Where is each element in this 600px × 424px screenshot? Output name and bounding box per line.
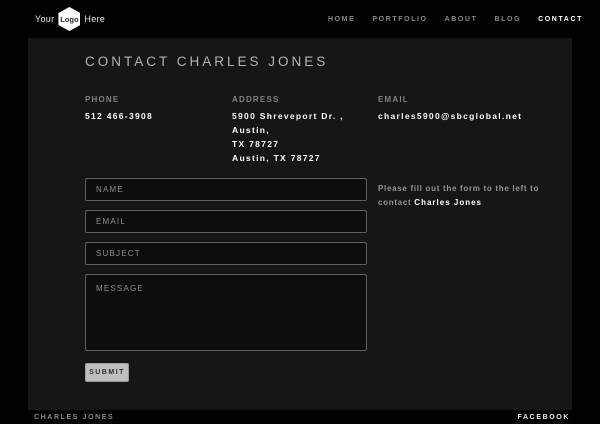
logo-text-suffix: Here [84,14,105,24]
page: Your Logo Here HOME PORTFOLIO ABOUT BLOG… [0,0,600,424]
site-logo[interactable]: Your Logo Here [35,7,105,31]
main-nav: HOME PORTFOLIO ABOUT BLOG CONTACT [328,16,583,23]
phone-info: PHONE 512 466-3908 [85,95,232,165]
form-instructions-line1: Please fill out the form to the left to [378,182,562,196]
address-info: ADDRESS 5900 Shreveport Dr. , Austin, TX… [232,95,378,165]
logo-hexagon-icon: Logo [58,7,80,31]
form-section: SUBMIT Please fill out the form to the l… [85,178,562,382]
address-line: TX 78727 [232,137,378,151]
email-input[interactable] [85,210,367,233]
contact-info-row: PHONE 512 466-3908 ADDRESS 5900 Shrevepo… [85,95,562,165]
form-instructions-prefix: contact [378,198,411,207]
address-label: ADDRESS [232,95,378,104]
nav-item-portfolio[interactable]: PORTFOLIO [372,16,427,23]
email-value: charles5900@sbcglobal.net [378,109,562,123]
logo-text-prefix: Your [35,14,54,24]
name-input[interactable] [85,178,367,201]
nav-item-blog[interactable]: BLOG [494,16,521,23]
form-instructions: Please fill out the form to the left to … [378,178,562,382]
contact-person-name: Charles Jones [414,198,482,207]
nav-item-home[interactable]: HOME [328,16,355,23]
form-instructions-line2: contact Charles Jones [378,196,562,210]
logo-text-middle: Logo [60,15,78,24]
footer-site-name: CHARLES JONES [34,414,114,421]
content-panel: CONTACT CHARLES JONES PHONE 512 466-3908… [28,38,572,410]
page-title: CONTACT CHARLES JONES [85,54,562,69]
message-textarea[interactable] [85,274,367,351]
nav-item-contact[interactable]: CONTACT [538,16,583,23]
phone-value: 512 466-3908 [85,109,232,123]
subject-input[interactable] [85,242,367,265]
facebook-link[interactable]: FACEBOOK [518,414,570,421]
footer-bar: CHARLES JONES FACEBOOK [0,410,600,424]
phone-label: PHONE [85,95,232,104]
submit-button[interactable]: SUBMIT [85,363,129,382]
email-info: EMAIL charles5900@sbcglobal.net [378,95,562,165]
address-line: 5900 Shreveport Dr. , Austin, [232,109,378,137]
email-label: EMAIL [378,95,562,104]
top-nav-bar: Your Logo Here HOME PORTFOLIO ABOUT BLOG… [0,0,600,38]
nav-item-about[interactable]: ABOUT [445,16,478,23]
address-line: Austin, TX 78727 [232,151,378,165]
contact-form: SUBMIT [85,178,367,382]
